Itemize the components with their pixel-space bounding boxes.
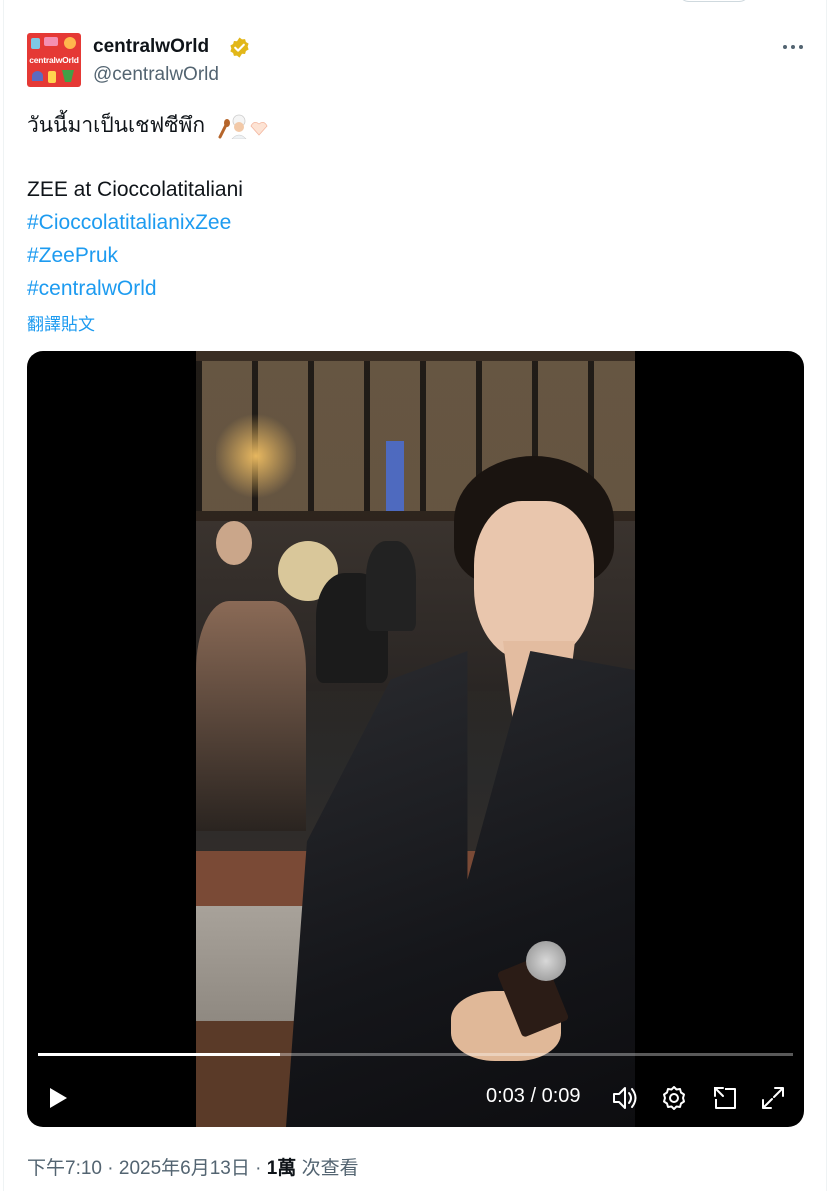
video-scene-lights [386,441,404,511]
meta-separator: · [107,1158,114,1179]
tweet-meta: 下午7:10 · 2025年6月13日 · 1萬 次查看 [27,1153,359,1180]
video-progress-bar[interactable] [38,1053,793,1056]
views-count: 1萬 [266,1158,297,1179]
avatar-shape [64,37,76,49]
translate-post-link[interactable]: 翻譯貼文 [27,310,95,335]
avatar-shape [44,37,58,46]
avatar-shape [48,71,56,83]
user-handle[interactable]: @centralwOrld [93,64,219,86]
avatar-shape [62,70,74,82]
chef-emoji [217,113,271,140]
fullscreen-icon[interactable] [758,1083,788,1113]
settings-icon[interactable] [659,1083,689,1113]
tweet-text-line: วันนี้มาเป็นเชฟซีพึก [27,113,271,140]
avatar-shape [32,71,43,81]
video-scene-person [366,541,416,631]
meta-separator: · [255,1158,262,1179]
avatar-logo-text: centralwOrld [29,55,79,65]
video-frame [196,351,635,1127]
volume-icon[interactable] [610,1083,640,1113]
tweet-text-english: ZEE at Cioccolatitaliani [27,178,243,201]
popout-icon[interactable] [710,1083,740,1113]
hashtag-link[interactable]: #ZeePruk [27,243,118,269]
tweet-time[interactable]: 下午7:10 [27,1158,102,1179]
verified-badge-icon [230,37,249,58]
avatar[interactable]: centralwOrld [27,33,81,87]
video-scene-main-person-face [474,501,594,661]
avatar-shape [31,38,40,49]
more-options-icon[interactable] [778,36,808,58]
tweet-text-thai: วันนี้มาเป็นเชฟซีพึก [27,114,206,137]
hashtag-link[interactable]: #centralwOrld [27,276,157,302]
video-scene-person [196,601,306,831]
views-label: 次查看 [301,1158,359,1179]
video-progress-fill [38,1053,280,1056]
video-time-display: 0:03 / 0:09 [486,1085,581,1107]
hashtag-link[interactable]: #CioccolatitalianixZee [27,210,231,236]
tweet-date[interactable]: 2025年6月13日 [119,1158,250,1179]
video-player[interactable]: 0:03 / 0:09 [27,351,804,1127]
top-pill-button[interactable] [678,0,750,2]
video-scene-lights [216,411,296,501]
video-scene-person [216,521,252,565]
video-scene-microphone [526,941,566,981]
play-icon[interactable] [43,1083,73,1113]
display-name[interactable]: centralwOrld [93,36,209,58]
